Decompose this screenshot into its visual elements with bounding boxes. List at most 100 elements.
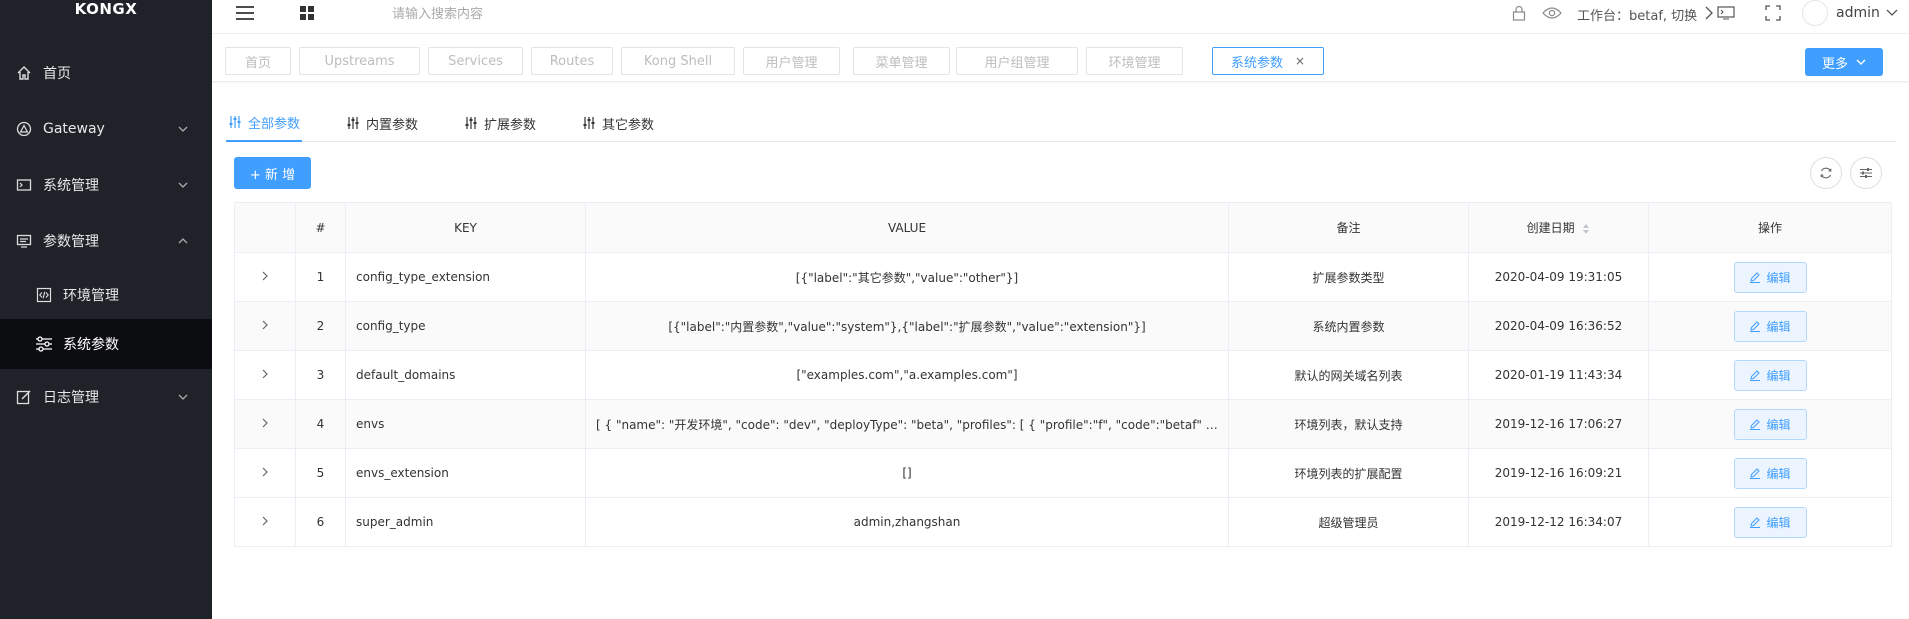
row-remark: 超级管理员 <box>1228 497 1469 547</box>
row-remark: 环境列表的扩展配置 <box>1228 448 1469 498</box>
expand-row-toggle[interactable] <box>234 497 296 547</box>
eye-icon[interactable] <box>1541 2 1563 24</box>
gateway-icon <box>15 120 33 138</box>
chevron-down-icon <box>178 182 188 188</box>
console-icon[interactable] <box>1715 2 1737 24</box>
column-header-key: KEY <box>345 202 586 253</box>
edit-button[interactable]: 编辑 <box>1733 408 1807 440</box>
chevron-down-icon[interactable] <box>1881 2 1903 24</box>
row-created-date: 2019-12-16 17:06:27 <box>1468 399 1649 449</box>
sidebar-item-env-manage[interactable]: 环境管理 <box>0 270 212 320</box>
sidebar-item-label: 参数管理 <box>43 234 99 250</box>
row-index: 4 <box>295 399 346 449</box>
edit-button[interactable]: 编辑 <box>1733 261 1807 293</box>
column-settings-button[interactable] <box>1850 157 1882 189</box>
column-header-actions: 操作 <box>1648 202 1892 253</box>
row-key: envs <box>345 399 586 449</box>
expand-row-toggle[interactable] <box>234 301 296 351</box>
column-header-created-date[interactable]: 创建日期 <box>1468 202 1649 253</box>
row-index: 5 <box>295 448 346 498</box>
expand-row-toggle[interactable] <box>234 448 296 498</box>
tab-home[interactable]: 首页 <box>225 47 291 75</box>
row-remark: 系统内置参数 <box>1228 301 1469 351</box>
tab-env-manage[interactable]: 环境管理 <box>1086 47 1183 75</box>
tabs-bar: 首页 Upstreams Services Routes Kong Shell … <box>212 36 1909 82</box>
row-remark: 环境列表，默认支持 <box>1228 399 1469 449</box>
param-type-tabs: 全部参数 内置参数 扩展参数 其它参数 <box>226 104 1896 142</box>
edit-label: 编辑 <box>1766 417 1791 432</box>
subtab-builtin-params[interactable]: 内置参数 <box>346 104 418 142</box>
tab-usergroup-manage[interactable]: 用户组管理 <box>956 47 1078 75</box>
table-row: 1 config_type_extension [{"label":"其它参数"… <box>234 252 1892 302</box>
edit-button[interactable]: 编辑 <box>1733 310 1807 342</box>
more-label: 更多 <box>1821 56 1848 72</box>
tab-user-manage[interactable]: 用户管理 <box>743 47 840 75</box>
table-row: 5 envs_extension [] 环境列表的扩展配置 2019-12-16… <box>234 448 1892 498</box>
edit-button[interactable]: 编辑 <box>1733 457 1807 489</box>
sidebar-item-system[interactable]: 系统管理 <box>0 160 212 210</box>
grid-apps-icon[interactable] <box>296 2 318 24</box>
expand-row-toggle[interactable] <box>234 399 296 449</box>
row-key: default_domains <box>345 350 586 400</box>
subtab-other-params[interactable]: 其它参数 <box>582 104 654 142</box>
pencil-icon <box>1750 517 1761 528</box>
lock-icon[interactable] <box>1508 2 1530 24</box>
row-remark: 扩展参数类型 <box>1228 252 1469 302</box>
pencil-icon <box>1750 272 1761 283</box>
sidebar-item-label: 环境管理 <box>63 288 119 304</box>
row-value: admin,zhangshan <box>585 497 1229 547</box>
row-key: super_admin <box>345 497 586 547</box>
chevron-up-icon <box>178 238 188 244</box>
row-created-date: 2020-04-09 19:31:05 <box>1468 252 1649 302</box>
workspace-switch[interactable]: 工作台：betaf, 切换 <box>1577 5 1697 24</box>
sort-icon[interactable] <box>1582 223 1590 235</box>
params-icon <box>15 232 33 250</box>
avatar[interactable] <box>1802 0 1828 26</box>
more-button[interactable]: 更多 <box>1805 48 1883 76</box>
row-actions: 编辑 <box>1648 448 1892 498</box>
tab-services[interactable]: Services <box>428 47 523 75</box>
row-actions: 编辑 <box>1648 497 1892 547</box>
row-key: envs_extension <box>345 448 586 498</box>
chevron-right-icon <box>262 369 268 378</box>
refresh-button[interactable] <box>1810 157 1842 189</box>
sidebar-item-system-params[interactable]: 系统参数 <box>0 319 212 369</box>
search-input[interactable] <box>392 3 692 25</box>
column-header-label: 创建日期 <box>1526 221 1575 235</box>
sidebar: KONGX 首页 Gateway 系统管理 参数管理 环境管理 系统参数 日志管… <box>0 0 212 619</box>
edit-button[interactable]: 编辑 <box>1733 359 1807 391</box>
sidebar-item-params[interactable]: 参数管理 <box>0 216 212 266</box>
subtab-label: 其它参数 <box>602 117 655 133</box>
user-name[interactable]: admin <box>1836 5 1880 21</box>
tab-menu-manage[interactable]: 菜单管理 <box>853 47 950 75</box>
expand-row-toggle[interactable] <box>234 350 296 400</box>
sidebar-item-logs[interactable]: 日志管理 <box>0 372 212 422</box>
tab-routes[interactable]: Routes <box>531 47 613 75</box>
sidebar-item-gateway[interactable]: Gateway <box>0 104 212 154</box>
tab-upstreams[interactable]: Upstreams <box>299 47 420 75</box>
row-value: [] <box>585 448 1229 498</box>
close-icon[interactable]: × <box>1295 54 1305 68</box>
subtab-extension-params[interactable]: 扩展参数 <box>464 104 536 142</box>
fullscreen-icon[interactable] <box>1762 2 1784 24</box>
row-created-date: 2020-01-19 11:43:34 <box>1468 350 1649 400</box>
code-icon <box>35 286 53 304</box>
sliders-icon <box>582 116 596 130</box>
expand-row-toggle[interactable] <box>234 252 296 302</box>
table-header-row: # KEY VALUE 备注 创建日期 操作 <box>234 202 1892 253</box>
hamburger-menu-icon[interactable] <box>234 2 256 24</box>
edit-button[interactable]: 编辑 <box>1733 506 1807 538</box>
row-created-date: 2020-04-09 16:36:52 <box>1468 301 1649 351</box>
tab-kong-shell[interactable]: Kong Shell <box>621 47 735 75</box>
tab-system-params[interactable]: 系统参数 × <box>1212 47 1324 75</box>
row-value: [{"label":"内置参数","value":"system"},{"lab… <box>585 301 1229 351</box>
chevron-down-icon <box>178 126 188 132</box>
sidebar-item-home[interactable]: 首页 <box>0 48 212 98</box>
add-button[interactable]: + 新 增 <box>234 157 311 189</box>
chevron-down-icon <box>178 394 188 400</box>
row-value: [ { "name": "开发环境", "code": "dev", "depl… <box>585 399 1229 449</box>
edit-label: 编辑 <box>1766 466 1791 481</box>
row-actions: 编辑 <box>1648 301 1892 351</box>
subtab-all-params[interactable]: 全部参数 <box>226 104 303 142</box>
sidebar-item-label: 首页 <box>43 66 71 82</box>
